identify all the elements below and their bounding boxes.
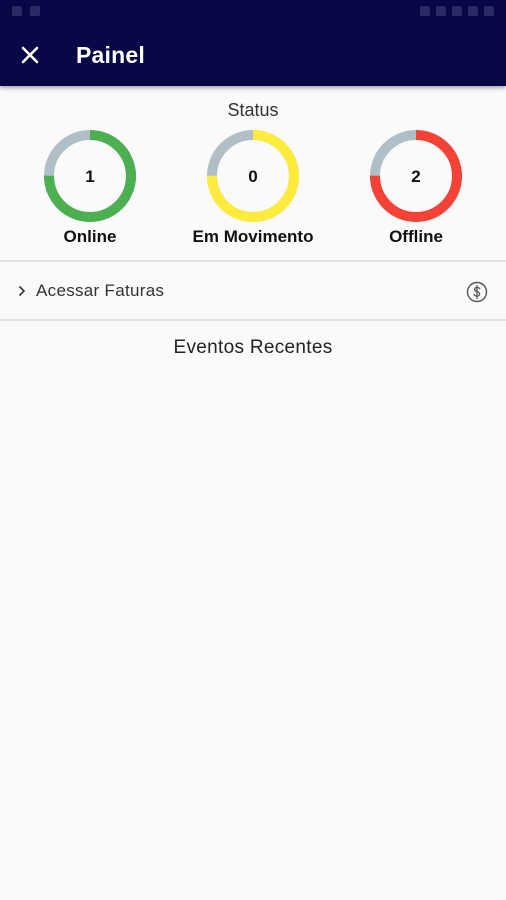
gauge-online-value: 1 <box>85 167 94 186</box>
chevron-right-icon <box>18 285 32 297</box>
acessar-faturas-label: Acessar Faturas <box>36 281 165 300</box>
page-title: Painel <box>76 41 145 68</box>
status-bar-system-icons <box>420 6 494 16</box>
dollar-icon <box>466 281 488 308</box>
gauge-offline-ring: 2 <box>370 130 462 222</box>
gauge-em-movimento: 0 Em Movimento <box>178 126 328 256</box>
gauge-em-movimento-value: 0 <box>248 167 257 186</box>
close-button[interactable] <box>0 24 60 86</box>
gauge-online-label: Online <box>63 227 117 246</box>
gauge-online: 1 Online <box>15 126 165 256</box>
gauge-offline-label: Offline <box>389 227 443 246</box>
gauge-em-movimento-label: Em Movimento <box>192 227 314 246</box>
app-bar: Painel <box>0 24 506 86</box>
status-bar-notification-icons <box>12 6 40 16</box>
gauge-online-ring: 1 <box>44 130 136 222</box>
status-title: Status <box>227 100 279 120</box>
acessar-faturas-row[interactable]: Acessar Faturas <box>0 263 506 321</box>
eventos-recentes-title: Eventos Recentes <box>173 337 333 358</box>
system-status-bar <box>0 0 506 24</box>
gauge-offline-value: 2 <box>411 167 420 186</box>
close-icon <box>21 46 39 64</box>
gauge-offline: 2 Offline <box>341 126 491 256</box>
gauge-em-movimento-ring: 0 <box>207 130 299 222</box>
status-section: Status 1 Online 0 Em Movimento 2 Offline <box>0 86 506 262</box>
